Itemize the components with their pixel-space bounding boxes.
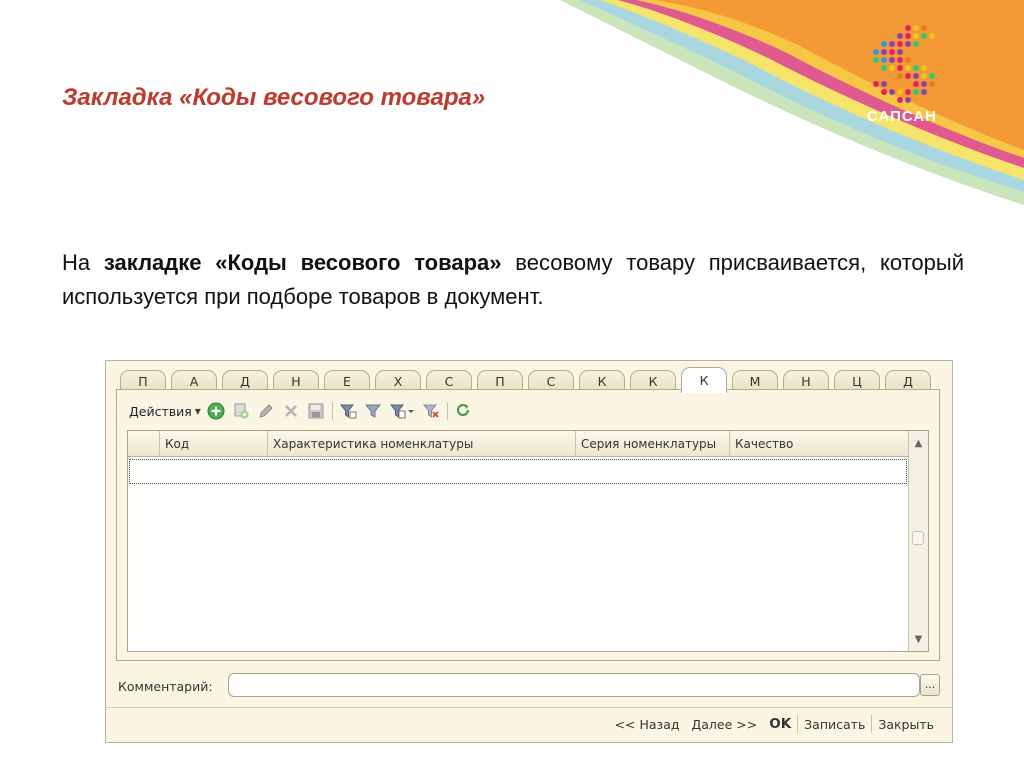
comment-label: Комментарий: — [118, 679, 213, 694]
comment-select-button[interactable]: ... — [920, 674, 940, 696]
copy-icon — [234, 403, 249, 419]
add-button[interactable] — [206, 401, 226, 421]
chevron-down-icon: ▼ — [194, 406, 201, 416]
delete-icon — [284, 405, 297, 417]
actions-label: Действия — [129, 403, 192, 419]
delete-button[interactable] — [281, 401, 301, 421]
scroll-up-icon[interactable]: ▲ — [909, 431, 928, 455]
filter-list-button[interactable] — [388, 401, 416, 421]
tab-panel: Действия ▼ Код Характеристика номенклату… — [116, 389, 940, 661]
copy-button[interactable] — [231, 401, 251, 421]
filter-set-button[interactable] — [338, 401, 358, 421]
ok-button[interactable]: OK — [763, 716, 797, 732]
filter-button[interactable] — [363, 401, 383, 421]
refresh-button[interactable] — [453, 401, 473, 421]
slide-title: Закладка «Коды весового товара» — [62, 84, 486, 111]
description-intro: На — [62, 250, 104, 275]
vertical-scrollbar[interactable]: ▲ ▼ — [908, 431, 928, 651]
save-icon — [308, 403, 324, 419]
next-button[interactable]: Далее >> — [686, 717, 764, 732]
column-header-quality[interactable]: Качество — [730, 431, 908, 456]
back-button[interactable]: << Назад — [609, 717, 686, 732]
add-icon — [207, 402, 225, 420]
filter-icon — [364, 404, 381, 418]
toolbar-separator — [331, 402, 333, 420]
edit-icon — [259, 404, 273, 418]
write-button[interactable]: Записать — [798, 717, 871, 732]
filter-list-icon — [389, 404, 414, 419]
bottom-bar: << Назад Далее >> OK Записать Закрыть — [609, 713, 940, 735]
logo-text: САПСАН — [867, 108, 937, 125]
refresh-icon — [456, 404, 469, 416]
bottom-divider — [106, 707, 952, 708]
slide-description: На закладке «Коды весового товара» весов… — [62, 246, 964, 314]
column-header-series[interactable]: Серия номенклатуры — [576, 431, 730, 456]
scroll-thumb[interactable] — [912, 531, 924, 545]
scroll-down-icon[interactable]: ▼ — [909, 627, 928, 651]
toolbar-separator-2 — [446, 402, 448, 420]
close-button[interactable]: Закрыть — [872, 717, 940, 732]
save-button[interactable] — [306, 401, 326, 421]
actions-menu[interactable]: Действия ▼ — [129, 404, 201, 419]
form-window: П А Д Н Е Х С П С К К К М Н Ц Д Действия… — [105, 360, 953, 743]
weight-codes-table[interactable]: Код Характеристика номенклатуры Серия но… — [127, 430, 929, 652]
description-bold: закладке «Коды весового товара» — [103, 250, 502, 275]
column-header-code[interactable]: Код — [160, 431, 268, 456]
table-header: Код Характеристика номенклатуры Серия но… — [128, 431, 908, 457]
filter-set-icon — [339, 404, 357, 419]
comment-input[interactable] — [228, 673, 920, 697]
toolbar: Действия ▼ — [129, 400, 473, 422]
edit-button[interactable] — [256, 401, 276, 421]
table-row[interactable] — [129, 459, 907, 484]
tab-weight-codes-active[interactable]: К — [681, 367, 727, 393]
column-header-characteristic[interactable]: Характеристика номенклатуры — [268, 431, 576, 456]
filter-clear-icon — [422, 404, 439, 418]
tab-strip: П А Д Н Е Х С П С К К К М Н Ц Д — [120, 367, 936, 393]
column-header-icon[interactable] — [128, 431, 160, 456]
filter-clear-button[interactable] — [421, 401, 441, 421]
